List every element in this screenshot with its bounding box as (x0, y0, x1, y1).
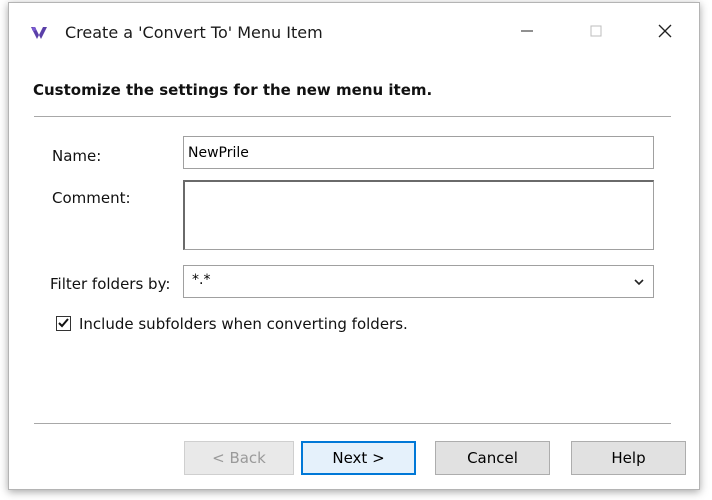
minimize-icon (519, 23, 535, 43)
header-divider (34, 116, 671, 117)
maximize-button[interactable] (572, 13, 620, 53)
close-button[interactable] (641, 13, 689, 53)
wizard-header-text: Customize the settings for the new menu … (33, 81, 433, 99)
name-label: Name: (52, 147, 102, 165)
name-field[interactable] (183, 136, 654, 169)
filter-label: Filter folders by: (50, 275, 171, 293)
next-button[interactable]: Next > (301, 441, 416, 475)
close-icon (657, 23, 673, 43)
include-subfolders-checkbox[interactable] (56, 316, 71, 331)
filter-dropdown[interactable]: *.* (183, 265, 654, 298)
include-subfolders-label[interactable]: Include subfolders when converting folde… (79, 315, 408, 333)
wizard-header: Customize the settings for the new menu … (9, 59, 699, 119)
help-button[interactable]: Help (571, 441, 686, 475)
cancel-button[interactable]: Cancel (435, 441, 550, 475)
back-button[interactable]: < Back (184, 441, 294, 475)
window-title: Create a 'Convert To' Menu Item (65, 23, 323, 42)
checkmark-icon (57, 315, 70, 333)
chevron-down-icon (633, 276, 645, 288)
minimize-button[interactable] (503, 13, 551, 53)
filter-value: *.* (192, 272, 211, 288)
comment-label: Comment: (52, 189, 131, 207)
footer-divider (34, 423, 671, 424)
maximize-icon (588, 23, 604, 43)
dialog-window: Create a 'Convert To' Menu Item Customiz… (8, 2, 700, 490)
app-logo-icon (29, 25, 49, 41)
title-bar[interactable]: Create a 'Convert To' Menu Item (9, 3, 699, 59)
comment-field[interactable] (183, 180, 654, 250)
